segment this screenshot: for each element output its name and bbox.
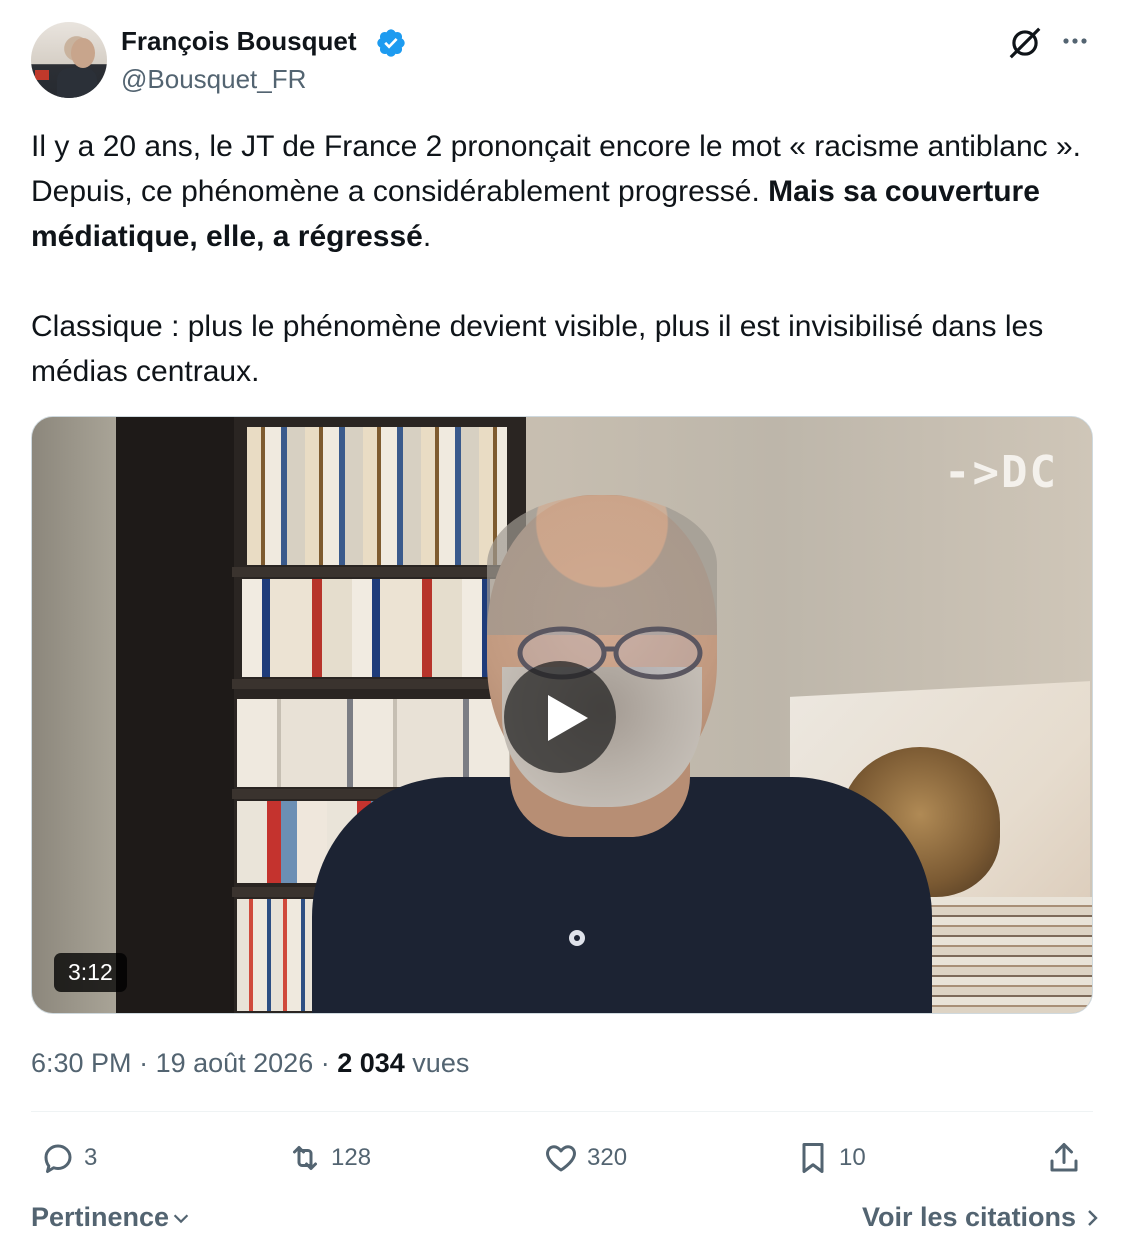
heart-icon	[546, 1145, 576, 1172]
tweet-meta: 6:30 PM · 19 août 2026 · 2 034 vues	[31, 1048, 470, 1078]
video-player[interactable]: ->DC 3:12	[31, 416, 1093, 1014]
retweet-button[interactable]: 128	[287, 1138, 371, 1178]
retweet-count: 128	[331, 1144, 372, 1171]
chevron-down-icon	[173, 1213, 189, 1223]
bookmark-count: 10	[839, 1144, 866, 1171]
tweet-text: Il y a 20 ans, le JT de France 2 prononç…	[31, 124, 1096, 394]
play-icon	[548, 695, 588, 741]
chevron-right-icon	[1088, 1209, 1098, 1226]
like-count: 320	[587, 1144, 628, 1171]
tweet-date[interactable]: 19 août 2026	[156, 1048, 314, 1078]
retweet-icon	[293, 1146, 317, 1170]
view-quotes-link[interactable]: Voir les citations	[862, 1202, 1104, 1233]
tweet-time[interactable]: 6:30 PM	[31, 1048, 132, 1078]
share-icon	[1050, 1143, 1078, 1172]
author-handle[interactable]: @Bousquet_FR	[121, 64, 306, 95]
avatar[interactable]	[31, 22, 107, 98]
video-duration: 3:12	[54, 953, 127, 992]
channel-logo: ->DC	[944, 447, 1058, 498]
verified-badge-icon	[377, 29, 405, 57]
bookmark-button[interactable]: 10	[795, 1138, 866, 1178]
views-count: 2 034	[337, 1048, 405, 1078]
like-button[interactable]: 320	[543, 1138, 627, 1178]
tweet-paragraph-1: Il y a 20 ans, le JT de France 2 prononç…	[31, 130, 1081, 253]
author-name[interactable]: François Bousquet	[121, 26, 356, 57]
quotes-label: Voir les citations	[862, 1202, 1077, 1232]
bookmark-icon	[802, 1143, 824, 1173]
sort-label: Pertinence	[31, 1202, 170, 1232]
play-button[interactable]	[504, 661, 616, 773]
grok-icon[interactable]	[1006, 24, 1044, 62]
more-icon[interactable]	[1058, 26, 1092, 56]
tweet-detail: François Bousquet @Bousquet_FR Il y a 20…	[0, 0, 1123, 1256]
reply-button[interactable]: 3	[40, 1138, 97, 1178]
tweet-paragraph-2: Classique : plus le phénomène devient vi…	[31, 310, 1044, 388]
sort-dropdown[interactable]: Pertinence	[31, 1202, 192, 1233]
divider	[31, 1111, 1093, 1112]
reply-icon	[44, 1144, 72, 1173]
share-button[interactable]	[1046, 1138, 1090, 1178]
reply-count: 3	[84, 1144, 98, 1171]
views-label: vues	[404, 1048, 470, 1078]
